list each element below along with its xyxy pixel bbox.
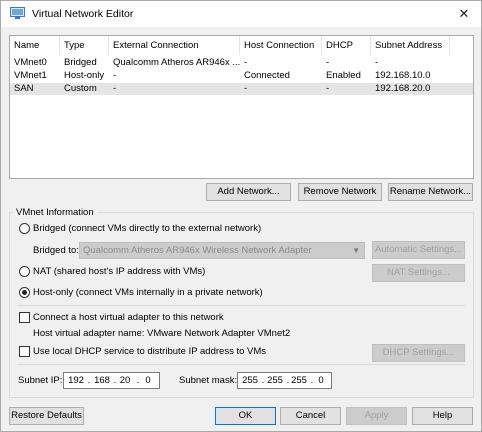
cell-dhcp: - bbox=[326, 57, 330, 68]
subnet-ip-label: Subnet IP: bbox=[18, 375, 63, 386]
cell-name: SAN bbox=[14, 83, 34, 94]
separator bbox=[17, 305, 465, 306]
title-bar: Virtual Network Editor ✕ bbox=[1, 1, 481, 27]
subnet-ip-octet-4[interactable]: 0 bbox=[137, 374, 159, 387]
bridged-to-select[interactable]: Qualcomm Atheros AR946x Wireless Network… bbox=[79, 242, 365, 259]
help-button[interactable]: Help bbox=[412, 407, 473, 425]
subnet-ip-field[interactable]: 192 . 168 . 20 . 0 bbox=[63, 372, 160, 389]
subnet-mask-octet-3[interactable]: 255 bbox=[288, 374, 310, 387]
close-icon[interactable]: ✕ bbox=[447, 1, 481, 27]
restore-defaults-button[interactable]: Restore Defaults bbox=[9, 407, 84, 425]
cell-external: - bbox=[113, 70, 117, 81]
dhcp-settings-button[interactable]: DHCP Settings... bbox=[372, 344, 465, 362]
cell-external: Qualcomm Atheros AR946x ... bbox=[113, 57, 240, 68]
column-header-subnet-address[interactable]: Subnet Address bbox=[371, 36, 450, 55]
cell-subnet: 192.168.20.0 bbox=[375, 83, 431, 94]
table-header: Name Type External Connection Host Conne… bbox=[10, 36, 473, 55]
table-row-vmnet0[interactable]: VMnet0 Bridged Qualcomm Atheros AR946x .… bbox=[10, 57, 473, 69]
cell-name: VMnet0 bbox=[14, 57, 47, 68]
host-only-radio[interactable] bbox=[19, 287, 30, 298]
chevron-down-icon: ▼ bbox=[352, 246, 360, 255]
cell-subnet: - bbox=[375, 57, 379, 68]
subnet-mask-label: Subnet mask: bbox=[179, 375, 238, 386]
cell-type: Custom bbox=[64, 83, 97, 94]
subnet-mask-field[interactable]: 255 . 255 . 255 . 0 bbox=[237, 372, 332, 389]
cell-host: - bbox=[244, 83, 248, 94]
virtual-network-editor-window: Virtual Network Editor ✕ Name Type Exter… bbox=[0, 0, 482, 432]
connect-adapter-checkbox[interactable] bbox=[19, 312, 30, 323]
subnet-mask-octet-4[interactable]: 0 bbox=[310, 374, 332, 387]
cell-name: VMnet1 bbox=[14, 70, 47, 81]
cell-dhcp: - bbox=[326, 83, 330, 94]
column-header-type[interactable]: Type bbox=[60, 36, 109, 55]
ok-button[interactable]: OK bbox=[215, 407, 276, 425]
add-network-button[interactable]: Add Network... bbox=[206, 183, 291, 201]
table-row-vmnet1[interactable]: VMnet1 Host-only - Connected Enabled 192… bbox=[10, 70, 473, 82]
window-title: Virtual Network Editor bbox=[32, 8, 134, 20]
subnet-ip-octet-1[interactable]: 192 bbox=[65, 374, 87, 387]
table-row-san[interactable]: SAN Custom - - - 192.168.20.0 bbox=[10, 83, 473, 95]
cancel-button[interactable]: Cancel bbox=[280, 407, 341, 425]
rename-network-button[interactable]: Rename Network... bbox=[388, 183, 473, 201]
nat-settings-button[interactable]: NAT Settings... bbox=[372, 264, 465, 282]
separator bbox=[17, 364, 465, 365]
apply-button[interactable]: Apply bbox=[346, 407, 407, 425]
nat-radio[interactable] bbox=[19, 266, 30, 277]
cell-type: Host-only bbox=[64, 70, 105, 81]
nat-label[interactable]: NAT (shared host's IP address with VMs) bbox=[33, 265, 205, 278]
column-header-name[interactable]: Name bbox=[10, 36, 60, 55]
cell-host: Connected bbox=[244, 70, 290, 81]
cell-dhcp: Enabled bbox=[326, 70, 361, 81]
dhcp-checkbox[interactable] bbox=[19, 346, 30, 357]
subnet-mask-octet-2[interactable]: 255 bbox=[264, 374, 286, 387]
dhcp-label[interactable]: Use local DHCP service to distribute IP … bbox=[33, 345, 266, 358]
subnet-mask-octet-1[interactable]: 255 bbox=[239, 374, 261, 387]
adapter-name-label: Host virtual adapter name: VMware Networ… bbox=[33, 328, 291, 339]
cell-host: - bbox=[244, 57, 248, 68]
bridged-to-value: Qualcomm Atheros AR946x Wireless Network… bbox=[83, 245, 312, 256]
cell-type: Bridged bbox=[64, 57, 97, 68]
remove-network-button[interactable]: Remove Network bbox=[298, 183, 382, 201]
bridged-radio[interactable] bbox=[19, 223, 30, 234]
group-legend: VMnet Information bbox=[13, 207, 97, 218]
column-header-external-connection[interactable]: External Connection bbox=[109, 36, 240, 55]
subnet-ip-octet-3[interactable]: 20 bbox=[114, 374, 136, 387]
network-table[interactable]: Name Type External Connection Host Conne… bbox=[9, 35, 474, 179]
bridged-label[interactable]: Bridged (connect VMs directly to the ext… bbox=[33, 222, 261, 235]
connect-adapter-label[interactable]: Connect a host virtual adapter to this n… bbox=[33, 311, 224, 324]
host-only-label[interactable]: Host-only (connect VMs internally in a p… bbox=[33, 286, 263, 299]
subnet-ip-octet-2[interactable]: 168 bbox=[91, 374, 113, 387]
column-header-host-connection[interactable]: Host Connection bbox=[240, 36, 322, 55]
automatic-settings-button[interactable]: Automatic Settings... bbox=[372, 241, 465, 259]
column-header-dhcp[interactable]: DHCP bbox=[322, 36, 371, 55]
cell-external: - bbox=[113, 83, 117, 94]
bridged-to-label: Bridged to: bbox=[33, 245, 79, 256]
network-editor-icon bbox=[10, 7, 25, 19]
radio-selected-dot bbox=[22, 290, 27, 295]
cell-subnet: 192.168.10.0 bbox=[375, 70, 431, 81]
